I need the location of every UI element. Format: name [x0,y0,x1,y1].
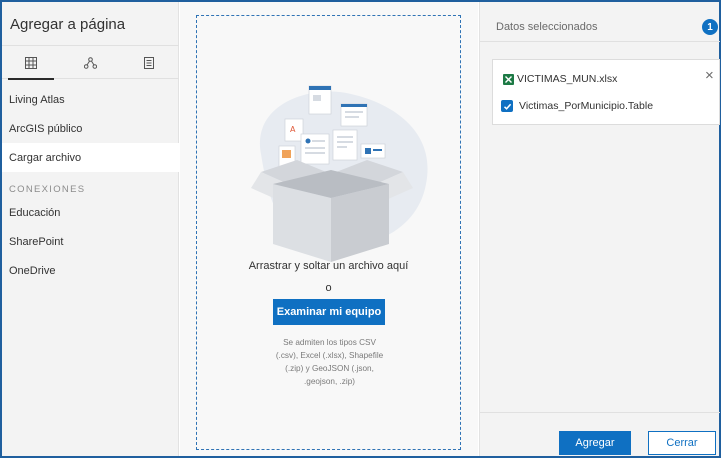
sidebar-tabs [2,45,179,80]
sidebar-item-onedrive[interactable]: OneDrive [2,256,179,285]
selected-data-title: Datos seleccionados [496,21,598,33]
sidebar-item-label: SharePoint [9,235,64,248]
tab-network[interactable] [61,46,119,79]
tab-document[interactable] [120,46,178,79]
help-line: (.csv), Excel (.xlsx), Shapefile [275,351,384,360]
selected-data-header: Datos seleccionados 1 [480,2,720,42]
sidebar-item-educacion[interactable]: Educación [2,198,179,227]
dialog-footer: Agregar Cerrar [480,412,720,456]
drop-or-text: o [325,282,332,294]
file-drop-zone[interactable]: A Arrastrar y soltar un archivo aquí o E… [196,15,461,450]
excel-icon [503,74,514,85]
document-icon [144,56,154,69]
sidebar-item-label: Cargar archivo [9,151,82,164]
connections-section-label: CONEXIONES [9,184,86,195]
selected-data-panel: Datos seleccionados 1 VICTIMAS_MUN.xlsx … [479,2,720,456]
selected-count-badge: 1 [702,19,718,35]
network-icon [83,56,97,69]
browse-computer-button[interactable]: Examinar mi equipo [273,299,385,325]
tab-grid[interactable] [2,46,60,80]
sidebar-item-label: OneDrive [9,264,56,277]
drop-instructions: Arrastrar y soltar un archivo aquí [248,260,409,272]
file-name: VICTIMAS_MUN.xlsx [517,73,618,85]
sidebar-item-sharepoint[interactable]: SharePoint [2,227,179,256]
sidebar-item-label: Educación [9,206,61,219]
add-button[interactable]: Agregar [559,431,631,455]
table-name: Victimas_PorMunicipio.Table [519,100,654,112]
box-illustration: A [251,85,428,262]
svg-text:A: A [290,125,296,134]
sidebar-item-label: ArcGIS público [9,122,83,135]
sidebar-item-living-atlas[interactable]: Living Atlas [2,85,179,114]
remove-file-icon[interactable]: × [705,68,714,83]
supported-types-help: Se admiten los tipos CSV (.csv), Excel (… [237,336,422,388]
sidebar-item-arcgis-publico[interactable]: ArcGIS público [2,114,179,143]
table-checkbox[interactable] [501,100,513,112]
sidebar: Agregar a página Living Atlas ArcGIS púb… [2,2,179,456]
grid-icon [25,56,37,69]
help-line: Se admiten los tipos CSV [283,338,376,347]
help-line: (.zip) y GeoJSON (.json, [285,364,374,373]
sidebar-item-cargar-archivo[interactable]: Cargar archivo [2,143,179,172]
help-line: .geojson, .zip) [304,377,355,386]
selected-file-card: VICTIMAS_MUN.xlsx × Victimas_PorMunicipi… [492,59,720,125]
upload-panel: A Arrastrar y soltar un archivo aquí o E… [180,2,478,456]
sidebar-title: Agregar a página [10,16,126,33]
close-button[interactable]: Cerrar [648,431,716,455]
checkmark-icon [503,103,511,110]
sidebar-item-label: Living Atlas [9,93,65,106]
